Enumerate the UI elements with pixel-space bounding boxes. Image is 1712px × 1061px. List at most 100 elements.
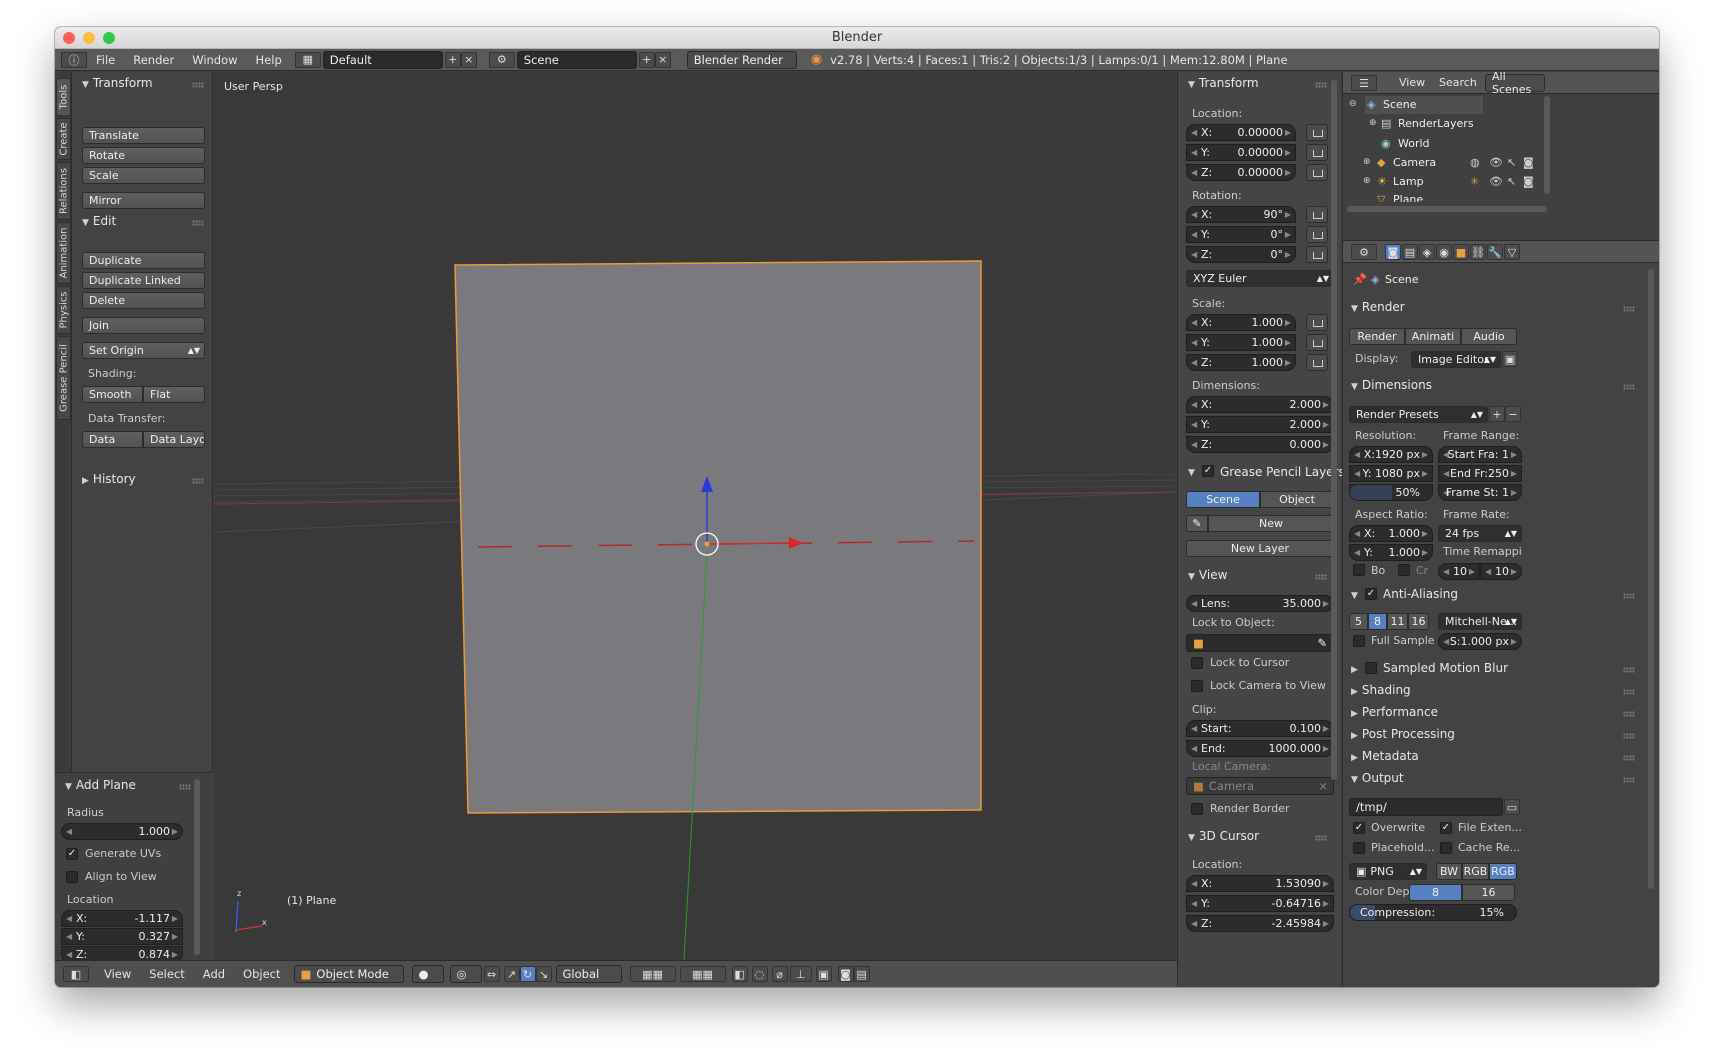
select-arrow-icon[interactable]: ↖ xyxy=(1507,156,1516,169)
op-location-y-field[interactable]: ◀ Y: 0.327 ▶ xyxy=(61,928,183,945)
clear-icon[interactable]: × xyxy=(1318,779,1328,793)
op-location-x-field[interactable]: ◀ X: -1.117 ▶ xyxy=(61,910,183,927)
lock-location-y-icon[interactable] xyxy=(1306,144,1328,161)
cache-result-checkbox[interactable] xyxy=(1440,842,1452,854)
color-rgb-toggle[interactable]: RGB xyxy=(1462,863,1489,880)
render-border-checkbox[interactable] xyxy=(1191,803,1203,815)
translate-manipulator-icon[interactable]: ↗ xyxy=(503,966,520,982)
close-window-icon[interactable] xyxy=(63,32,75,44)
aspect-x-field[interactable]: ◀ X: 1.000 ▶ xyxy=(1349,525,1433,542)
rotation-z-field[interactable]: ◀ Z: 0° ▶ xyxy=(1186,246,1296,263)
render-panel-header[interactable]: ▼ Render xyxy=(1351,300,1405,314)
data-layout-button[interactable]: Data Layo xyxy=(143,431,205,448)
menu-select[interactable]: Select xyxy=(140,967,193,981)
render-presets-dropdown[interactable]: Render Presets ▲▼ xyxy=(1349,406,1488,423)
3d-viewport[interactable]: User Persp z x (1) Plane xyxy=(214,72,1176,960)
outliner-display-dropdown[interactable]: All Scenes xyxy=(1485,70,1545,96)
align-to-view-checkbox[interactable] xyxy=(66,871,78,883)
panel-grip-icon[interactable] xyxy=(1623,306,1635,312)
dimensions-x-field[interactable]: ◀ X: 2.000 ▶ xyxy=(1186,396,1334,413)
panel-grip-icon[interactable] xyxy=(1623,384,1635,390)
plane-mesh[interactable] xyxy=(454,260,982,814)
cursor-z-field[interactable]: ◀ Z: -2.45984 ▶ xyxy=(1186,915,1334,932)
clip-start-field[interactable]: ◀ Start: 0.100 ▶ xyxy=(1186,720,1334,737)
join-button[interactable]: Join xyxy=(82,317,205,334)
location-y-field[interactable]: ◀ Y: 0.00000 ▶ xyxy=(1186,144,1296,161)
file-format-dropdown[interactable]: ▣ PNG ▲▼ xyxy=(1349,863,1427,880)
layer-buttons-right[interactable]: ▦▦ xyxy=(679,966,726,982)
menu-add[interactable]: Add xyxy=(194,967,234,981)
delete-button[interactable]: Delete xyxy=(82,292,205,309)
resolution-percentage-field[interactable]: 50% xyxy=(1349,484,1433,501)
lock-camera-checkbox[interactable] xyxy=(1191,680,1203,692)
orientation-dropdown[interactable]: Global xyxy=(555,965,622,983)
remove-layout-icon[interactable]: × xyxy=(460,51,477,68)
scale-x-field[interactable]: ◀ X: 1.000 ▶ xyxy=(1186,314,1296,331)
panel-grip-icon[interactable] xyxy=(1623,755,1635,761)
color-depth-8[interactable]: 8 xyxy=(1409,884,1462,901)
lock-rotation-x-icon[interactable] xyxy=(1306,206,1328,223)
screen-layout-field[interactable]: Default xyxy=(322,50,443,69)
rotation-y-field[interactable]: ◀ Y: 0° ▶ xyxy=(1186,226,1296,243)
panel-grip-icon[interactable] xyxy=(1315,835,1327,841)
scale-manipulator-icon[interactable]: ↘ xyxy=(535,966,552,982)
full-sample-checkbox[interactable] xyxy=(1353,635,1365,647)
resolution-x-field[interactable]: ◀ X:1920 px ▶ xyxy=(1349,446,1433,463)
remap-new-field[interactable]: ◀ 10 ▶ xyxy=(1480,563,1522,580)
render-layers-tab-icon[interactable]: ▤ xyxy=(1402,244,1418,260)
render-tab-icon[interactable]: ◙ xyxy=(1385,244,1401,260)
lock-layers-icon[interactable]: ◧ xyxy=(731,966,748,982)
set-origin-dropdown[interactable]: Set Origin ▲▼ xyxy=(82,342,205,359)
object-tab-icon[interactable]: ■ xyxy=(1453,244,1469,260)
menu-file[interactable]: File xyxy=(87,53,124,67)
add-layout-icon[interactable]: + xyxy=(444,51,461,68)
tab-create[interactable]: Create xyxy=(56,118,71,160)
tab-animation[interactable]: Animation xyxy=(56,222,71,284)
aa-samples-11[interactable]: 11 xyxy=(1387,613,1408,630)
location-z-field[interactable]: ◀ Z: 0.00000 ▶ xyxy=(1186,164,1296,181)
minimize-window-icon[interactable] xyxy=(83,32,95,44)
render-animation-icon[interactable]: ▤ xyxy=(853,966,870,982)
location-x-field[interactable]: ◀ X: 0.00000 ▶ xyxy=(1186,124,1296,141)
outliner-camera[interactable]: Camera xyxy=(1393,156,1436,169)
outliner-scene[interactable]: Scene xyxy=(1383,98,1417,111)
render-animation-button[interactable]: Animati xyxy=(1405,328,1461,345)
panel-grip-icon[interactable] xyxy=(192,82,204,88)
expand-icon[interactable]: ⊕ xyxy=(1363,176,1371,186)
lock-scale-z-icon[interactable] xyxy=(1306,354,1328,371)
proportional-edit-icon[interactable]: ◌ xyxy=(751,966,768,982)
gp-new-button[interactable]: New xyxy=(1208,515,1334,532)
lock-rotation-z-icon[interactable] xyxy=(1306,246,1328,263)
pin-icon[interactable]: 📌 xyxy=(1353,273,1367,286)
collapse-icon[interactable]: ⊖ xyxy=(1349,99,1357,109)
scene-icon[interactable]: ⚙ xyxy=(488,51,515,68)
panel-grip-icon[interactable] xyxy=(1623,593,1635,599)
properties-editor-icon[interactable]: ⚙ xyxy=(1351,244,1377,260)
snap-toggle-icon[interactable]: ⌀ xyxy=(771,966,788,982)
menu-render[interactable]: Render xyxy=(124,53,183,67)
aa-samples-8[interactable]: 8 xyxy=(1368,613,1387,630)
clip-end-field[interactable]: ◀ End: 1000.000 ▶ xyxy=(1186,740,1334,757)
outliner-vscrollbar[interactable] xyxy=(1544,96,1550,194)
lock-to-cursor-checkbox[interactable] xyxy=(1191,657,1203,669)
menu-help[interactable]: Help xyxy=(247,53,291,67)
manipulator-toggle-icon[interactable]: ⇔ xyxy=(483,966,500,982)
remove-preset-icon[interactable]: − xyxy=(1505,406,1521,422)
translate-button[interactable]: Translate xyxy=(82,127,205,144)
mode-dropdown[interactable]: ■ Object Mode xyxy=(293,965,404,983)
scale-button[interactable]: Scale xyxy=(82,167,205,184)
transform-panel-header[interactable]: ▼ Transform xyxy=(82,76,153,90)
mirror-button[interactable]: Mirror xyxy=(82,192,205,209)
duplicate-button[interactable]: Duplicate xyxy=(82,252,205,269)
scale-z-field[interactable]: ◀ Z: 1.000 ▶ xyxy=(1186,354,1296,371)
render-camera-icon[interactable]: ◙ xyxy=(1523,156,1534,169)
lens-field[interactable]: ◀ Lens: 35.000 ▶ xyxy=(1186,595,1334,612)
outliner-hscrollbar[interactable] xyxy=(1347,206,1547,212)
panel-grip-icon[interactable] xyxy=(179,784,191,790)
motion-blur-header[interactable]: ▶ xyxy=(1351,661,1362,675)
dimensions-z-field[interactable]: ◀ Z: 0.000 ▶ xyxy=(1186,436,1334,453)
gp-object-toggle[interactable]: Object xyxy=(1260,491,1334,508)
cursor-y-field[interactable]: ◀ Y: -0.64716 ▶ xyxy=(1186,895,1334,912)
panel-grip-icon[interactable] xyxy=(1623,711,1635,717)
file-browser-icon[interactable]: ▭ xyxy=(1504,799,1520,815)
